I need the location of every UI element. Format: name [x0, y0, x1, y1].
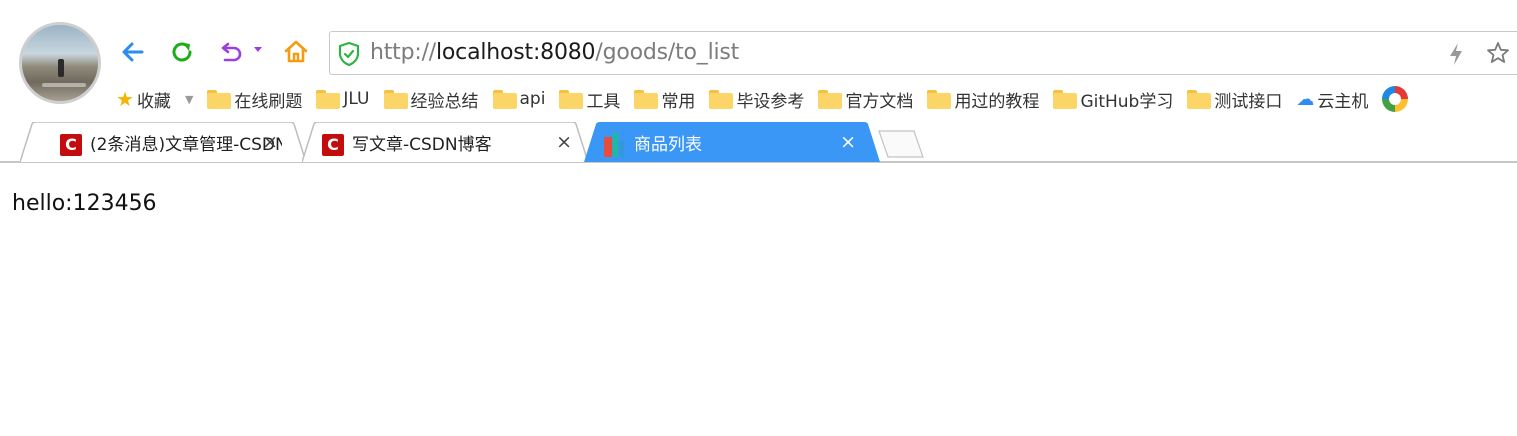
close-icon[interactable]: × [840, 131, 856, 153]
folder-icon [559, 89, 584, 109]
bookmark-folder[interactable]: 经验总结 [383, 85, 479, 113]
home-button[interactable] [280, 36, 312, 68]
security-shield-icon [338, 42, 360, 66]
undo-close-button[interactable] [216, 36, 248, 68]
bookmark-label: 经验总结 [410, 91, 479, 112]
bookmark-label: 官方文档 [845, 91, 914, 112]
bookmark-label: api [519, 89, 546, 109]
bookmark-label: 测试接口 [1214, 91, 1283, 112]
new-tab-button[interactable] [878, 130, 924, 158]
folder-icon [709, 89, 734, 109]
bookmark-label: 工具 [586, 91, 621, 112]
folder-icon [634, 89, 659, 109]
bookmark-folder[interactable]: JLU [316, 85, 370, 113]
tab-title: 商品列表 [634, 134, 702, 155]
bookmark-folder[interactable]: 工具 [559, 85, 620, 113]
refresh-icon [172, 42, 192, 62]
tab-write-article[interactable]: C 写文章-CSDN博客 × [302, 122, 588, 162]
lightning-icon[interactable] [1447, 42, 1465, 66]
bookmark-label: 用过的教程 [954, 91, 1040, 112]
bookmark-folder[interactable]: 用过的教程 [927, 85, 1039, 113]
tab-title: 写文章-CSDN博客 [352, 134, 492, 155]
chevron-down-icon: ▼ [184, 92, 194, 106]
folder-icon [1053, 89, 1078, 109]
bookmark-cloud-host[interactable]: ☁ 云主机 [1296, 85, 1368, 113]
tab-strip: C (2条消息)文章管理-CSDN博客 × C 写文章-CSDN博客 × [0, 122, 1517, 163]
bookmarks-bar: ★ 收藏 ▼ 在线刷题 JLU 经验总结 api 工具 常用 毕设参考 官方文档… [116, 84, 1409, 114]
bookmark-label: 在线刷题 [234, 91, 303, 112]
bookmark-label: JLU [343, 89, 370, 109]
bookmark-folder[interactable]: api [492, 85, 546, 113]
folder-icon [818, 89, 843, 109]
url-host: localhost:8080 [436, 40, 596, 65]
tab-title: (2条消息)文章管理-CSDN博客 [90, 134, 282, 155]
cloud-icon: ☁ [1296, 88, 1315, 110]
folder-icon [383, 89, 408, 109]
page-text: hello:123456 [12, 191, 157, 216]
bookmark-label: 云主机 [1317, 91, 1369, 112]
bookmark-label: 毕设参考 [736, 91, 805, 112]
bookmark-folder[interactable]: GitHub学习 [1053, 85, 1173, 113]
back-button[interactable] [117, 36, 149, 68]
arrow-left-icon [122, 42, 144, 62]
folder-icon [927, 89, 952, 109]
page-content: hello:123456 [0, 163, 1517, 436]
tab-article-management[interactable]: C (2条消息)文章管理-CSDN博客 × [20, 122, 306, 162]
bookmark-folder[interactable]: 在线刷题 [207, 85, 302, 113]
close-icon[interactable]: × [556, 131, 572, 153]
bookmark-label: GitHub学习 [1080, 91, 1174, 112]
browser-chrome: http://localhost:8080/goods/to_list ★ 收藏… [0, 0, 1517, 163]
undo-dropdown-icon[interactable] [254, 47, 262, 52]
bookmark-star-icon[interactable] [1486, 41, 1510, 65]
user-avatar[interactable] [19, 22, 101, 104]
refresh-button[interactable] [166, 36, 198, 68]
bookmark-label: 常用 [661, 91, 696, 112]
bookmark-folder[interactable]: 毕设参考 [709, 85, 804, 113]
app-center-icon[interactable] [1382, 86, 1409, 112]
home-icon [284, 40, 308, 63]
folder-icon [1187, 89, 1212, 109]
undo-icon [221, 42, 242, 62]
bookmark-folder[interactable]: 测试接口 [1187, 85, 1282, 113]
favorites-label: 收藏 [136, 91, 171, 112]
folder-icon [207, 89, 232, 109]
url-text[interactable]: http://localhost:8080/goods/to_list [370, 40, 739, 65]
bookmark-folder[interactable]: 官方文档 [818, 85, 913, 113]
folder-icon [316, 89, 341, 109]
address-bar[interactable]: http://localhost:8080/goods/to_list [329, 31, 1517, 75]
favorites-menu[interactable]: ★ 收藏 ▼ [116, 85, 193, 113]
url-path: /goods/to_list [595, 40, 740, 65]
star-icon: ★ [116, 87, 134, 111]
tab-goods-list[interactable]: 商品列表 × [584, 122, 880, 162]
close-icon[interactable]: × [262, 131, 278, 153]
folder-icon [492, 89, 517, 109]
url-scheme: http:// [370, 40, 436, 65]
bookmark-folder[interactable]: 常用 [634, 85, 695, 113]
